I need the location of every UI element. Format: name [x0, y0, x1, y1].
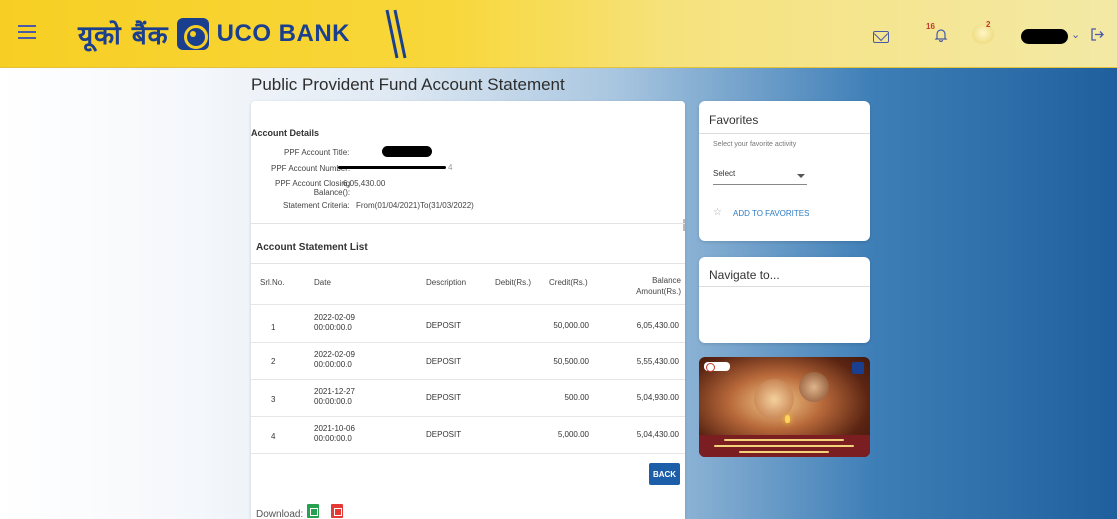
avatar-count-badge: 2 — [986, 20, 991, 29]
account-number-redacted — [338, 166, 446, 169]
cell-date-line2: 00:00:00.0 — [314, 360, 352, 369]
promo-uco-logo-icon — [852, 362, 864, 374]
promo-figure — [799, 372, 829, 402]
logo-hindi-text: यूको बैंक — [78, 21, 169, 51]
divider — [251, 263, 685, 264]
page-title: Public Provident Fund Account Statement — [251, 75, 565, 94]
column-header-balance-line2: Amount(Rs.) — [636, 287, 681, 296]
promo-caption-line — [714, 445, 854, 447]
cell-date: 2022-02-09 00:00:00.0 — [314, 313, 355, 333]
cell-description: DEPOSIT — [426, 430, 462, 439]
statement-list-heading: Account Statement List — [256, 242, 368, 253]
column-header-credit: Credit(Rs.) — [549, 278, 588, 287]
cell-credit: 5,000.00 — [557, 430, 589, 439]
scrollbar-thumb[interactable] — [683, 219, 685, 231]
closing-balance-label-line1: PPF Account Closing — [275, 179, 351, 188]
top-header: यूको बैंक UCO BANK 16 2 ⌄ — [0, 0, 1117, 68]
cell-description: DEPOSIT — [426, 393, 462, 402]
favorite-activity-select[interactable]: Select — [713, 169, 807, 185]
cell-date-line1: 2022-02-09 — [314, 313, 355, 322]
account-title-redacted — [382, 146, 432, 157]
cell-date: 2021-12-27 00:00:00.0 — [314, 387, 355, 407]
logo-english-text: UCO BANK — [216, 20, 350, 47]
cell-srl: 2 — [271, 357, 276, 366]
mail-icon[interactable] — [873, 31, 889, 43]
star-icon[interactable]: ☆ — [713, 207, 722, 218]
row-divider — [251, 453, 685, 454]
cell-date-line2: 00:00:00.0 — [314, 434, 352, 443]
user-avatar[interactable] — [972, 24, 994, 44]
divider — [699, 286, 870, 287]
uco-logo-mark-icon — [176, 18, 209, 50]
cell-balance: 5,04,430.00 — [636, 430, 679, 439]
cell-balance: 6,05,430.00 — [636, 321, 679, 330]
promo-figure — [754, 379, 794, 419]
table-header-divider — [251, 304, 685, 305]
cell-date: 2021-10-06 00:00:00.0 — [314, 424, 355, 444]
divider — [251, 223, 685, 224]
column-header-balance: Balance Amount(Rs.) — [631, 275, 681, 297]
cell-credit: 50,000.00 — [553, 321, 589, 330]
logo-slash-decoration-icon — [385, 9, 407, 59]
cell-description: DEPOSIT — [426, 321, 462, 330]
add-to-favorites-link[interactable]: ADD TO FAVORITES — [733, 209, 809, 218]
promo-caption-line — [739, 451, 829, 453]
bell-icon[interactable] — [934, 28, 948, 42]
divider — [699, 133, 870, 134]
account-number-suffix: 4 — [448, 163, 453, 172]
column-header-srl: Srl.No. — [260, 278, 285, 287]
account-title-label: PPF Account Title: — [284, 148, 350, 157]
navigate-to-title: Navigate to... — [709, 268, 780, 282]
chevron-down-icon[interactable]: ⌄ — [1071, 28, 1080, 41]
promo-caption-line — [724, 439, 844, 441]
account-title-row: PPF Account Title: — [284, 148, 349, 157]
row-divider — [251, 379, 685, 380]
cell-srl: 1 — [271, 323, 276, 332]
column-header-debit: Debit(Rs.) — [495, 278, 532, 287]
favorite-select-value: Select — [713, 169, 736, 178]
cell-srl: 3 — [271, 395, 276, 404]
statement-criteria-value: From(01/04/2021)To(31/03/2022) — [356, 201, 474, 210]
download-label: Download: — [256, 509, 304, 519]
cell-balance: 5,55,430.00 — [636, 357, 679, 366]
favorites-card: Favorites Select your favorite activity … — [699, 101, 870, 241]
row-divider — [251, 416, 685, 417]
back-button[interactable]: BACK — [649, 463, 680, 485]
cell-date-line1: 2021-10-06 — [314, 424, 355, 433]
pdf-download-icon[interactable] — [331, 504, 343, 518]
excel-download-icon[interactable] — [307, 504, 319, 518]
favorites-title: Favorites — [709, 113, 759, 127]
account-details-heading: Account Details — [251, 128, 320, 138]
cell-srl: 4 — [271, 432, 276, 441]
column-header-date: Date — [314, 278, 331, 287]
column-header-description: Description — [426, 278, 467, 287]
cell-credit: 500.00 — [564, 393, 589, 402]
logout-icon[interactable] — [1090, 27, 1105, 42]
statement-card: Account Details PPF Account Title: PPF A… — [251, 101, 685, 519]
navigate-to-card: Navigate to... — [699, 257, 870, 343]
cell-credit: 50,500.00 — [553, 357, 589, 366]
cell-date: 2022-02-09 00:00:00.0 — [314, 350, 355, 370]
closing-balance-value: 6,05,430.00 — [343, 179, 386, 188]
closing-balance-label: PPF Account Closing Balance(): — [275, 179, 350, 197]
cell-date-line2: 00:00:00.0 — [314, 397, 352, 406]
cell-date-line2: 00:00:00.0 — [314, 323, 352, 332]
cell-description: DEPOSIT — [426, 357, 462, 366]
cell-date-line1: 2021-12-27 — [314, 387, 355, 396]
column-header-balance-line1: Balance — [652, 276, 681, 285]
row-divider — [251, 342, 685, 343]
cell-balance: 5,04,930.00 — [636, 393, 679, 402]
statement-criteria-label: Statement Criteria: — [283, 201, 350, 210]
promo-banner-image[interactable] — [699, 357, 870, 457]
cell-date-line1: 2022-02-09 — [314, 350, 355, 359]
promo-caption-band — [699, 435, 870, 457]
uco-bank-logo[interactable]: यूको बैंक UCO BANK — [78, 14, 350, 54]
diya-flame-icon — [785, 415, 790, 423]
promo-brand-logo — [704, 362, 730, 372]
username-redacted[interactable] — [1021, 29, 1068, 44]
dropdown-caret-icon — [797, 174, 805, 178]
hamburger-menu-icon[interactable] — [18, 25, 36, 39]
closing-balance-label-line2: Balance(): — [313, 188, 351, 197]
favorites-hint: Select your favorite activity — [713, 141, 797, 148]
